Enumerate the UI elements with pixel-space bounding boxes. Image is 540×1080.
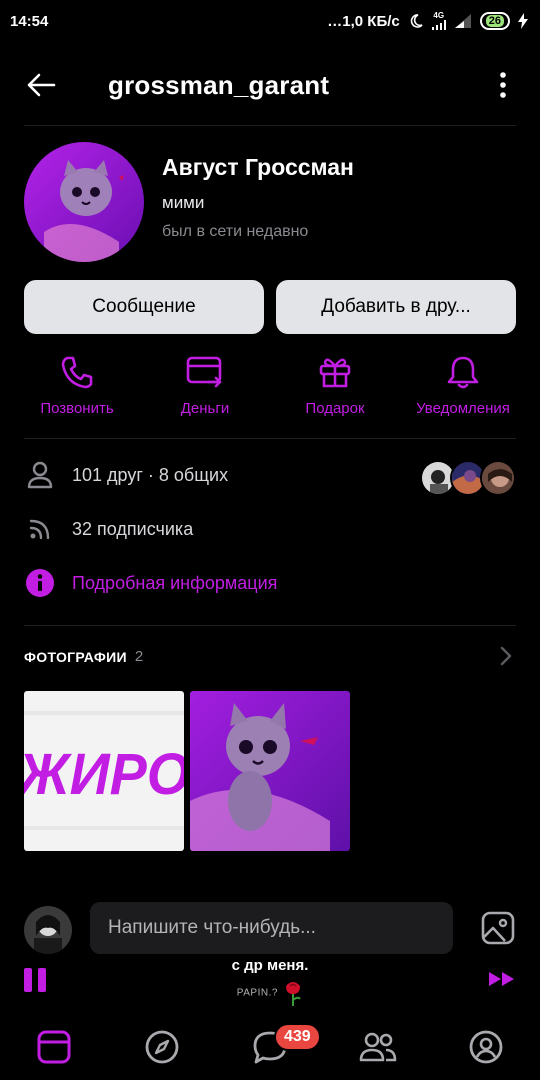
photo-text: ЖИРО (24, 742, 184, 807)
friend-avatar (480, 460, 516, 496)
status-time: 14:54 (10, 12, 49, 30)
network-speed: …1,0 КБ/с (327, 12, 400, 30)
image-icon (481, 911, 515, 945)
attach-photo-button[interactable] (480, 910, 516, 946)
rss-icon (29, 519, 50, 540)
bell-icon (447, 356, 479, 389)
battery-indicator: 26 (479, 12, 510, 30)
last-seen-text: был в сети недавно (162, 223, 309, 240)
user-icon (27, 461, 53, 489)
details-row[interactable]: Подробная информация (24, 563, 516, 603)
followers-count-text: 32 подписчика (72, 518, 194, 539)
users-icon (359, 1032, 397, 1061)
rose-icon (286, 982, 302, 1006)
status-bar: 14:54 …1,0 КБ/с 4G 26 (0, 0, 540, 42)
next-track-button[interactable] (488, 969, 518, 993)
more-vertical-icon (500, 72, 506, 98)
audio-player: с др меня. PAPIN.? (0, 955, 540, 1013)
moon-icon (410, 14, 423, 28)
photos-count: 2 (134, 648, 144, 665)
divider (24, 438, 516, 439)
status-indicators: …1,0 КБ/с 4G 26 (327, 12, 528, 30)
chevron-right-icon (500, 646, 512, 666)
comment-input[interactable]: Напишите что-нибудь... (90, 902, 453, 954)
back-button[interactable] (24, 68, 58, 102)
info-icon (26, 569, 54, 597)
photos-section-header[interactable]: ФОТОГРАФИИ 2 (24, 646, 516, 666)
profile-status-text: мими (162, 193, 205, 212)
track-artist: PAPIN.? (0, 980, 540, 1006)
more-button[interactable] (488, 68, 518, 102)
messages-badge: 439 (274, 1023, 321, 1051)
profile-header: grossman_garant (0, 56, 540, 112)
feed-icon (37, 1030, 71, 1063)
money-card-icon (186, 356, 222, 388)
profile-avatar[interactable] (24, 142, 144, 262)
gift-action[interactable]: Подарок (290, 352, 380, 424)
photo-thumbnail[interactable]: ЖИРО (24, 691, 184, 851)
signal-icon (454, 14, 471, 28)
nav-profile[interactable] (432, 1013, 540, 1080)
nav-friends[interactable] (324, 1013, 432, 1080)
bottom-navigation: 439 (0, 1013, 540, 1080)
nav-messages[interactable]: 439 (216, 1013, 324, 1080)
profile-name: Август Гроссман (162, 154, 354, 180)
network-type: 4G (431, 12, 446, 30)
divider (24, 625, 516, 626)
call-label: Позвонить (40, 400, 114, 417)
add-friend-button[interactable]: Добавить в дру... (276, 280, 516, 334)
arrow-left-icon (27, 73, 56, 97)
photo-thumbnail[interactable] (190, 691, 350, 851)
divider (24, 125, 516, 126)
nav-feed[interactable] (0, 1013, 108, 1080)
details-link: Подробная информация (72, 572, 278, 593)
compass-icon (145, 1030, 179, 1063)
profile-icon (469, 1030, 503, 1063)
friends-count-text: 101 друг · 8 общих (72, 464, 229, 485)
money-action[interactable]: Деньги (160, 352, 250, 424)
fast-forward-icon (489, 972, 514, 986)
gift-icon (319, 358, 351, 388)
notifications-action[interactable]: Уведомления (408, 352, 518, 424)
message-button[interactable]: Сообщение (24, 280, 264, 334)
my-avatar[interactable] (24, 906, 72, 954)
followers-row[interactable]: 32 подписчика (24, 509, 516, 549)
charging-icon (518, 13, 528, 29)
track-title: с др меня. (231, 957, 309, 974)
photos-title: ФОТОГРАФИИ (24, 648, 127, 665)
money-label: Деньги (180, 400, 230, 417)
gift-label: Подарок (305, 400, 365, 417)
comment-bar: Напишите что-нибудь... (0, 900, 540, 958)
phone-icon (61, 356, 93, 389)
page-title: grossman_garant (108, 70, 330, 100)
mutual-friends-avatars[interactable] (420, 460, 516, 496)
call-action[interactable]: Позвонить (30, 352, 124, 424)
notifications-label: Уведомления (416, 400, 510, 417)
nav-discover[interactable] (108, 1013, 216, 1080)
